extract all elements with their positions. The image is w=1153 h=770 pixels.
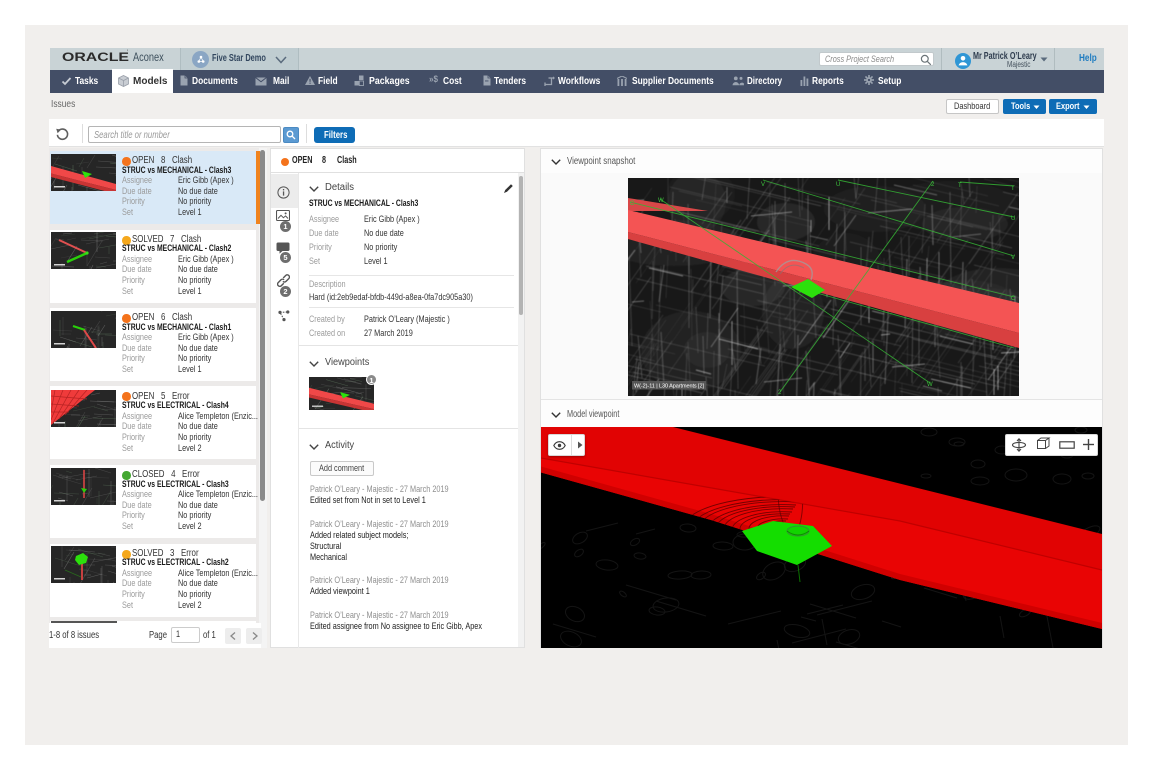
- svg-text:C: C: [1011, 296, 1016, 302]
- svg-text:T: T: [958, 183, 962, 189]
- svg-text:U: U: [836, 182, 840, 188]
- svg-text:W: W: [927, 382, 933, 388]
- svg-text:V: V: [1011, 255, 1015, 261]
- svg-text:U: U: [1011, 216, 1015, 222]
- svg-text:T: T: [1011, 186, 1015, 192]
- svg-text:C: C: [630, 201, 635, 207]
- svg-text:W: W: [658, 198, 664, 204]
- svg-text:V: V: [761, 182, 765, 188]
- svg-text:W(-2)-11 | L30 Apartments [2]: W(-2)-11 | L30 Apartments [2]: [634, 384, 704, 390]
